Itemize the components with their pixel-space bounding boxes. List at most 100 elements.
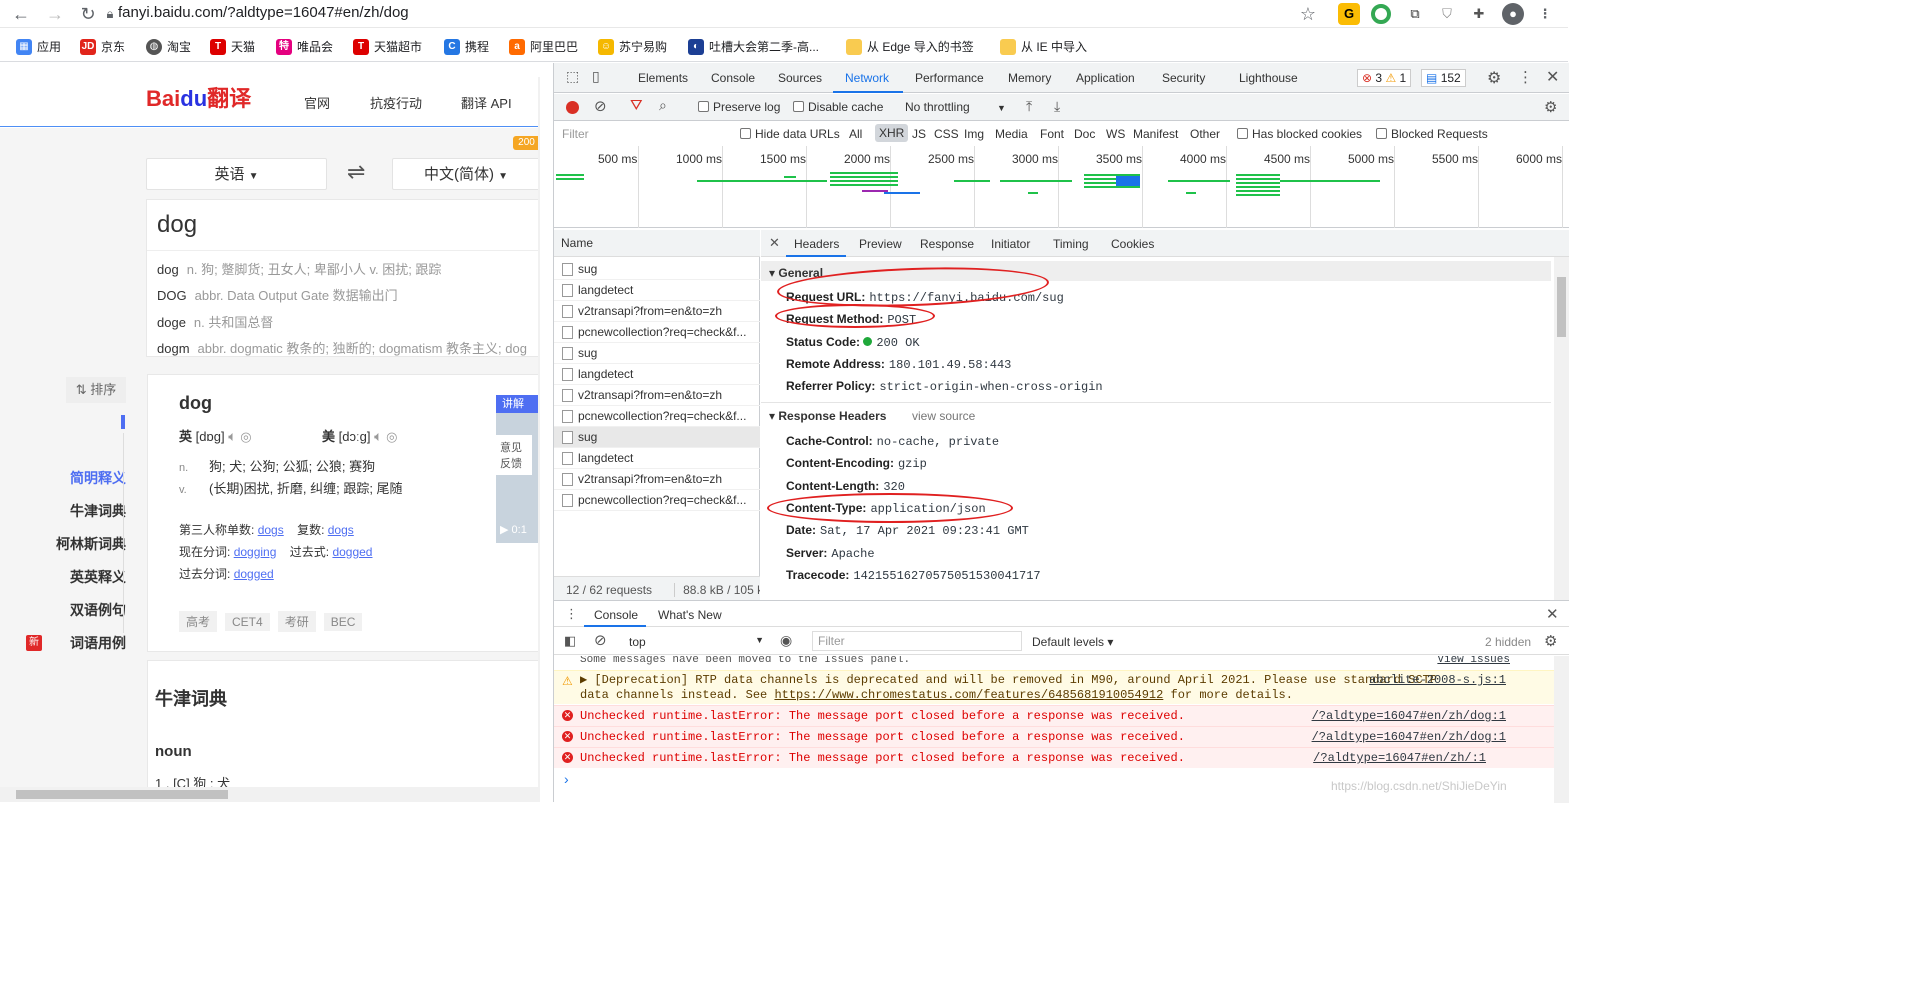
suggestion-item[interactable]: dogm abbr. dogmatic 教条的; 独断的; dogmatism 教… [157, 338, 540, 357]
preserve-log-checkbox[interactable]: Preserve log [698, 100, 780, 114]
bookmark-edge-folder[interactable]: 从 Edge 导入的书签 [846, 38, 974, 55]
request-row[interactable]: langdetect [554, 280, 760, 301]
scrollbar-thumb[interactable] [1557, 277, 1566, 337]
extensions-puzzle-icon[interactable]: ✚ [1468, 3, 1490, 25]
menu-kebab-icon[interactable]: ⋮ [1534, 3, 1556, 25]
request-row[interactable]: langdetect [554, 448, 760, 469]
nav-official[interactable]: 官网 [304, 93, 330, 112]
bookmark-tmall[interactable]: T 天猫 [210, 38, 255, 55]
tab-application[interactable]: Application [1076, 71, 1135, 85]
settings-gear-icon[interactable]: ⚙ [1487, 68, 1501, 88]
extension-link-icon[interactable]: ⧉ [1404, 3, 1426, 25]
view-source-link[interactable]: view source [912, 409, 975, 423]
chrome-extension-icon[interactable] [1371, 4, 1391, 24]
bookmark-tucao[interactable]: ◐ 吐槽大会第二季-高... [688, 38, 819, 55]
search-icon[interactable]: ⌕ [659, 97, 667, 114]
forward-icon[interactable]: → [44, 3, 66, 25]
tab-performance[interactable]: Performance [915, 71, 984, 85]
request-row-selected[interactable]: sug [554, 427, 760, 448]
export-har-icon[interactable]: ⤓ [1054, 98, 1060, 115]
play-icon[interactable]: ◎ [386, 429, 397, 444]
console-scrollbar[interactable] [1554, 656, 1569, 803]
form-link[interactable]: dogs [258, 523, 284, 537]
import-har-icon[interactable]: ⤒ [1026, 98, 1032, 115]
form-link[interactable]: dogging [234, 545, 277, 559]
disable-cache-checkbox[interactable]: Disable cache [793, 100, 883, 114]
speaker-icon[interactable]: 🔈︎ [228, 428, 236, 444]
star-icon[interactable]: ☆ [1297, 3, 1319, 25]
chromestatus-link[interactable]: https://www.chromestatus.com/features/64… [774, 688, 1163, 702]
tab-sources[interactable]: Sources [778, 71, 822, 85]
horizontal-scrollbar[interactable] [0, 787, 540, 802]
tab-security[interactable]: Security [1162, 71, 1205, 85]
checkbox[interactable] [1376, 128, 1387, 139]
devtools-menu-icon[interactable]: ⋮ [1518, 68, 1533, 86]
back-icon[interactable]: ← [10, 3, 32, 25]
inspect-icon[interactable]: ⬚ [566, 68, 579, 85]
network-timeline-overview[interactable]: 500 ms 1000 ms 1500 ms 2000 ms 2500 ms 3… [554, 146, 1569, 228]
bookmark-taobao[interactable]: ◍ 淘宝 [146, 38, 191, 55]
filter-all[interactable]: All [849, 127, 862, 141]
checkbox[interactable] [793, 101, 804, 112]
reload-icon[interactable]: ↻ [77, 3, 99, 25]
suggestion-item[interactable]: dog n. 狗; 蹩脚货; 丑女人; 卑鄙小人 v. 困扰; 跟踪 [157, 259, 441, 278]
checkbox[interactable] [698, 101, 709, 112]
tab-headers[interactable]: Headers [794, 237, 839, 251]
request-row[interactable]: pcnewcollection?req=check&f... [554, 490, 760, 511]
bookmark-alibaba[interactable]: a 阿里巴巴 [509, 38, 578, 55]
query-input-box[interactable] [146, 199, 540, 357]
filter-doc[interactable]: Doc [1074, 127, 1095, 141]
sidebar-item-english[interactable]: 英英释义 [70, 567, 126, 587]
tab-preview[interactable]: Preview [859, 237, 902, 251]
record-icon[interactable] [566, 101, 579, 114]
extension-g-icon[interactable]: G [1338, 3, 1360, 25]
close-devtools-icon[interactable]: ✕ [1546, 67, 1559, 87]
close-detail-icon[interactable]: ✕ [769, 235, 780, 251]
live-expression-eye-icon[interactable]: ◉ [780, 632, 792, 649]
tab-network[interactable]: Network [845, 71, 889, 85]
warning-source-link[interactable]: abclite-2008-s.js:1 [1369, 673, 1506, 688]
tab-console[interactable]: Console [711, 71, 755, 85]
response-headers-toggle[interactable]: ▾ Response Headers [769, 409, 886, 423]
blocked-requests-checkbox[interactable]: Blocked Requests [1376, 127, 1488, 141]
vertical-scrollbar[interactable] [538, 77, 540, 787]
name-column-header[interactable]: Name [554, 230, 760, 257]
filter-other[interactable]: Other [1190, 127, 1220, 141]
view-issues-link[interactable]: View issues [1437, 656, 1510, 666]
throttling-select[interactable]: No throttling ▼ [905, 100, 1006, 114]
checkbox[interactable] [1237, 128, 1248, 139]
tab-memory[interactable]: Memory [1008, 71, 1051, 85]
filter-media[interactable]: Media [995, 127, 1028, 141]
form-link[interactable]: dogged [332, 545, 372, 559]
network-settings-icon[interactable]: ⚙ [1544, 98, 1557, 116]
drawer-tab-whats-new[interactable]: What's New [658, 608, 722, 622]
console-settings-icon[interactable]: ⚙ [1544, 632, 1557, 650]
swap-languages-icon[interactable]: ⇌ [347, 159, 365, 185]
suggestion-item[interactable]: doge n. 共和国总督 [157, 312, 273, 331]
tab-lighthouse[interactable]: Lighthouse [1239, 71, 1298, 85]
error-source-link[interactable]: /?aldtype=16047#en/zh/:1 [1313, 748, 1486, 768]
sidebar-item-brief[interactable]: 简明释义 [70, 468, 126, 488]
bookmark-vip[interactable]: 特唯品会 [276, 38, 333, 55]
console-prompt[interactable]: › [564, 771, 569, 787]
request-row[interactable]: sug [554, 259, 760, 280]
filter-img[interactable]: Img [964, 127, 984, 141]
baidu-logo[interactable]: Baidu翻译 [146, 81, 251, 113]
network-filter-input[interactable]: Filter [557, 124, 727, 144]
bookmark-jd[interactable]: JD 京东 [80, 38, 125, 55]
tab-initiator[interactable]: Initiator [991, 237, 1030, 251]
tab-timing[interactable]: Timing [1053, 237, 1089, 251]
form-link[interactable]: dogs [328, 523, 354, 537]
bookmark-ie-folder[interactable]: 从 IE 中导入 [1000, 38, 1087, 55]
sort-button[interactable]: ⇅ 排序 [66, 377, 126, 403]
sidebar-item-oxford[interactable]: 牛津词典 [70, 501, 126, 521]
console-filter-input[interactable]: Filter [812, 631, 1022, 651]
request-row[interactable]: pcnewcollection?req=check&f... [554, 322, 760, 343]
drawer-menu-icon[interactable]: ⋮ [565, 606, 578, 622]
sidebar-item-collins[interactable]: 柯林斯词典 [56, 534, 126, 554]
filter-css[interactable]: CSS [934, 127, 959, 141]
query-input[interactable]: dog [157, 211, 197, 239]
bookmark-ctrip[interactable]: C 携程 [444, 38, 489, 55]
issues-counter[interactable]: ⊗ 3 ⚠ 1 [1357, 69, 1412, 87]
log-levels-select[interactable]: Default levels ▾ [1032, 635, 1113, 649]
